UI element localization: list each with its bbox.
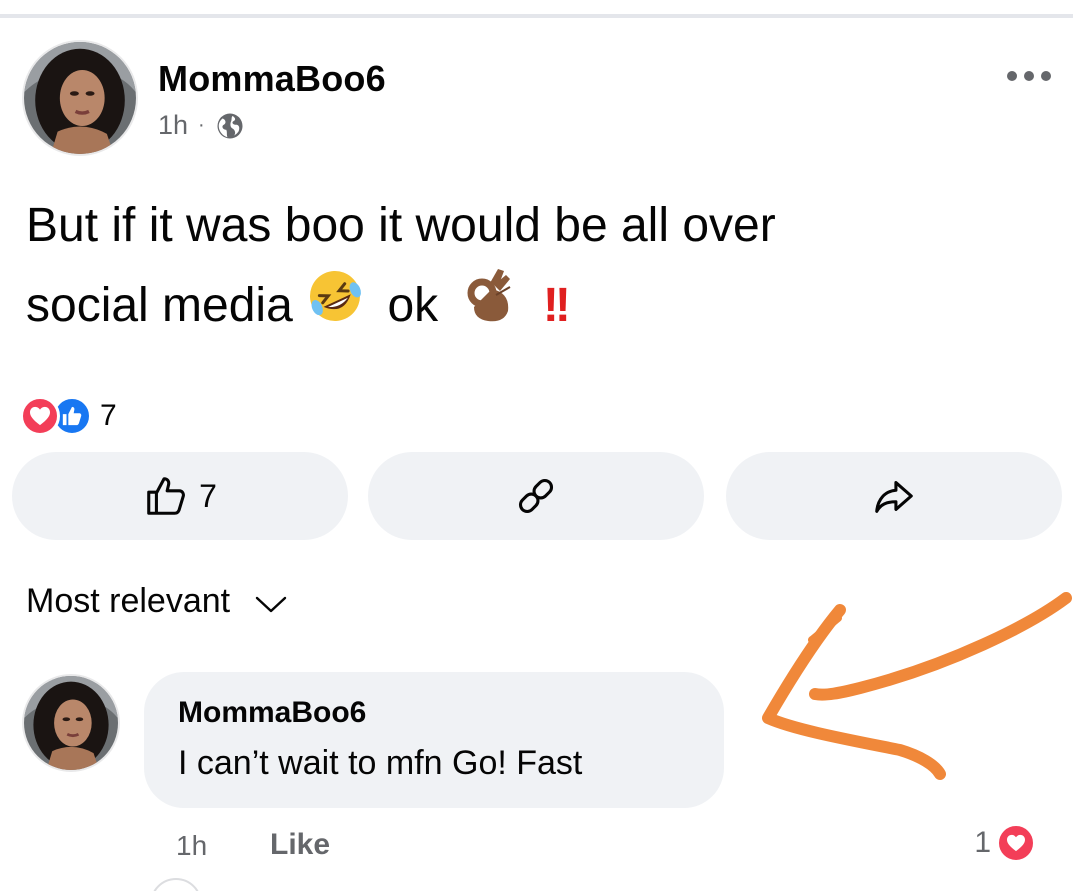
meta-separator: · bbox=[198, 114, 205, 136]
post-text-line-2: social media ok !! bbox=[26, 266, 1026, 350]
post-author-name[interactable]: MommaBoo6 bbox=[158, 58, 386, 100]
ok-hand-emoji-icon bbox=[462, 267, 516, 350]
post-reaction-count: 7 bbox=[100, 399, 117, 432]
comment-like-button[interactable]: Like bbox=[270, 828, 330, 862]
like-count: 7 bbox=[199, 477, 217, 514]
comment-author-name[interactable]: MommaBoo6 bbox=[178, 696, 366, 730]
like-button[interactable]: 7 bbox=[12, 452, 348, 540]
top-divider bbox=[0, 14, 1073, 18]
post-text-line-1: But if it was boo it would be all over bbox=[26, 199, 776, 252]
comment-reaction-count: 1 bbox=[974, 826, 991, 859]
thumbs-up-icon bbox=[147, 477, 186, 515]
post-time[interactable]: 1h bbox=[158, 110, 188, 141]
more-options-icon[interactable] bbox=[1007, 66, 1051, 86]
heart-reaction-icon bbox=[997, 824, 1035, 862]
comment-author-avatar[interactable] bbox=[22, 674, 120, 772]
sort-label: Most relevant bbox=[26, 582, 231, 620]
comment-bubble[interactable] bbox=[144, 672, 724, 808]
post-reactions-summary[interactable]: 7 bbox=[20, 396, 117, 436]
next-comment-avatar[interactable] bbox=[150, 878, 202, 891]
comment-time[interactable]: 1h bbox=[176, 830, 207, 862]
globe-icon[interactable] bbox=[215, 111, 245, 141]
comment-text: I can’t wait to mfn Go! Fast bbox=[178, 744, 583, 782]
comment-reactions[interactable]: 1 bbox=[974, 824, 1035, 862]
post-meta: 1h · bbox=[158, 110, 245, 141]
double-exclamation: !! bbox=[542, 279, 571, 332]
post-text: But if it was boo it would be all over s… bbox=[26, 186, 1026, 350]
link-icon bbox=[518, 478, 554, 514]
annotation-arrow-icon bbox=[762, 592, 1072, 780]
copy-link-button[interactable] bbox=[368, 452, 704, 540]
rolling-laughing-emoji-icon bbox=[306, 267, 364, 350]
comment-sort-dropdown[interactable]: Most relevant bbox=[26, 582, 288, 621]
post-author-avatar[interactable] bbox=[22, 40, 138, 156]
share-icon bbox=[875, 481, 913, 513]
chevron-down-icon bbox=[255, 596, 287, 612]
heart-reaction-icon bbox=[20, 396, 60, 436]
share-button[interactable] bbox=[726, 452, 1062, 540]
